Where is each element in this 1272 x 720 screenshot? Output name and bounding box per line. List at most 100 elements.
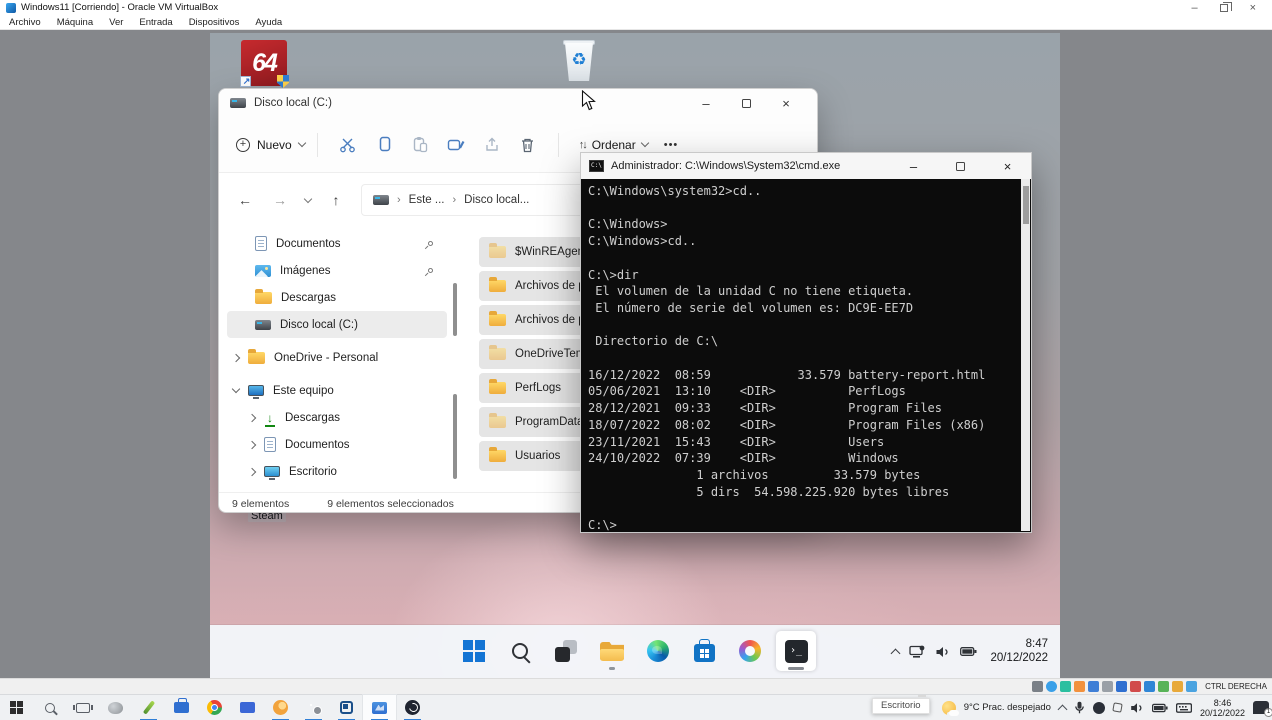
display-icon[interactable] <box>1144 681 1156 692</box>
share-button[interactable] <box>474 129 510 161</box>
chevron-right-icon[interactable] <box>247 413 257 422</box>
network-icon[interactable] <box>909 645 925 658</box>
cmd-scrollbar-thumb[interactable] <box>1022 186 1029 224</box>
sidebar-item-documentos[interactable]: Documentos <box>227 230 447 257</box>
cmd-close-button[interactable]: × <box>984 153 1031 179</box>
sidebar-item-escritorio[interactable]: Escritorio <box>227 458 447 485</box>
optical-disc-icon[interactable] <box>1046 681 1058 692</box>
chrome-profile-button[interactable] <box>297 695 330 720</box>
recording-icon[interactable] <box>1158 681 1170 692</box>
forward-button[interactable]: → <box>270 192 290 208</box>
recycle-bin-icon[interactable]: ♻ <box>561 37 597 83</box>
explorer-minimize-button[interactable]: – <box>686 89 726 117</box>
sidebar-item-imagenes[interactable]: Imágenes <box>227 257 447 284</box>
toolbox-app-button[interactable] <box>165 695 198 720</box>
file-explorer-button[interactable] <box>592 631 632 671</box>
sidebar-item-descargas-child[interactable]: ↓ Descargas <box>227 404 447 431</box>
notification-center-icon[interactable]: 1 <box>1253 701 1272 717</box>
keyboard-icon[interactable] <box>1175 702 1192 713</box>
host-task-view-button[interactable] <box>66 695 99 720</box>
new-button[interactable]: + Nuevo <box>236 137 306 152</box>
mouse-integration-icon[interactable] <box>1186 681 1198 692</box>
battery-icon[interactable] <box>960 646 977 657</box>
menu-ayuda[interactable]: Ayuda <box>255 17 282 28</box>
breadcrumb-local-disk[interactable]: Disco local... <box>464 194 529 206</box>
desktop-toolbar-label[interactable]: Escritorio <box>872 695 930 714</box>
cmd-maximize-button[interactable] <box>937 153 984 179</box>
close-button[interactable]: × <box>1250 2 1256 14</box>
menu-maquina[interactable]: Máquina <box>57 17 93 28</box>
features-icon[interactable] <box>1172 681 1184 692</box>
volume-icon[interactable] <box>935 646 950 658</box>
chrome-button[interactable] <box>198 695 231 720</box>
chevron-right-icon[interactable] <box>247 440 257 449</box>
sidebar-item-documentos-child[interactable]: Documentos <box>227 431 447 458</box>
recording-app-icon[interactable] <box>1092 701 1105 714</box>
search-button[interactable] <box>500 631 540 671</box>
host-search-button[interactable] <box>33 695 66 720</box>
explorer-maximize-button[interactable] <box>726 89 766 117</box>
chevron-down-icon[interactable] <box>231 384 241 394</box>
cmd-console[interactable]: C:\Windows\system32>cd.. C:\Windows> C:\… <box>582 179 1030 532</box>
desktop-installer-icon[interactable]: 64 ↗ <box>240 40 289 88</box>
copy-button[interactable] <box>366 129 402 161</box>
rename-button[interactable] <box>438 129 474 161</box>
cmd-minimize-button[interactable]: – <box>890 153 937 179</box>
host-clock[interactable]: 8:46 20/12/2022 <box>1200 698 1245 718</box>
virtualbox-button[interactable] <box>330 695 363 720</box>
volume-icon[interactable] <box>1130 702 1144 714</box>
virtualbox-vm-button[interactable] <box>362 693 397 720</box>
browser-button[interactable] <box>264 695 297 720</box>
cut-button[interactable] <box>330 129 366 161</box>
usb-icon[interactable] <box>1088 681 1100 692</box>
chevron-right-icon[interactable] <box>247 467 257 476</box>
more-options-button[interactable]: ••• <box>664 139 679 151</box>
recent-locations-chevron-icon[interactable] <box>303 194 313 203</box>
start-button[interactable] <box>454 631 494 671</box>
tray-app-icon[interactable] <box>1112 702 1123 713</box>
terminal-button[interactable] <box>776 631 816 671</box>
weather-label[interactable]: 9°C Prac. despejado <box>964 702 1051 713</box>
sidebar-item-onedrive[interactable]: OneDrive - Personal <box>227 344 447 371</box>
vm-clock[interactable]: 8:47 20/12/2022 <box>990 638 1048 665</box>
cmd-titlebar[interactable]: C:\ Administrador: C:\Windows\System32\c… <box>581 153 1031 179</box>
drag-drop-icon[interactable] <box>1130 681 1142 692</box>
weather-icon[interactable] <box>941 700 959 716</box>
shared-folders-icon[interactable] <box>1102 681 1114 692</box>
chevron-right-icon[interactable] <box>231 353 241 362</box>
sidebar-item-disco-local[interactable]: Disco local (C:) <box>227 311 447 338</box>
sidebar-scrollbar-thumb[interactable] <box>453 394 457 479</box>
delete-button[interactable] <box>510 129 546 161</box>
sidebar-item-este-equipo[interactable]: Este equipo <box>227 377 447 404</box>
edge-button[interactable] <box>638 631 678 671</box>
paste-button[interactable] <box>402 129 438 161</box>
menu-dispositivos[interactable]: Dispositivos <box>189 17 240 28</box>
restore-button[interactable] <box>1219 1 1232 12</box>
hdd-icon[interactable] <box>1032 681 1044 692</box>
sidebar-scrollbar-thumb[interactable] <box>453 283 457 336</box>
explorer-close-button[interactable]: × <box>766 89 806 117</box>
explorer-titlebar[interactable]: Disco local (C:) – × <box>219 89 817 117</box>
obs-button[interactable] <box>396 695 429 720</box>
cmd-scrollbar[interactable] <box>1021 179 1030 531</box>
sidebar-item-descargas[interactable]: Descargas <box>227 284 447 311</box>
remote-desktop-button[interactable] <box>231 695 264 720</box>
minimize-button[interactable]: – <box>1191 2 1197 13</box>
clipboard-icon[interactable] <box>1116 681 1128 692</box>
host-start-button[interactable] <box>0 695 33 720</box>
store-button[interactable] <box>684 631 724 671</box>
audio-icon[interactable] <box>1060 681 1072 692</box>
back-button[interactable]: ← <box>235 192 255 208</box>
hidden-icons-chevron-icon[interactable] <box>890 648 901 659</box>
paint-app-button[interactable] <box>99 695 132 720</box>
up-button[interactable]: ↑ <box>326 192 346 208</box>
menu-entrada[interactable]: Entrada <box>139 17 172 28</box>
task-view-button[interactable] <box>546 631 586 671</box>
menu-archivo[interactable]: Archivo <box>9 17 41 28</box>
breadcrumb-this-pc[interactable]: Este ... <box>409 194 445 206</box>
sort-button[interactable]: ↑↓ Ordenar <box>579 138 649 152</box>
hidden-icons-chevron-icon[interactable] <box>1057 704 1068 715</box>
microphone-icon[interactable] <box>1074 701 1085 714</box>
paint-button[interactable] <box>730 631 770 671</box>
menu-ver[interactable]: Ver <box>109 17 123 28</box>
